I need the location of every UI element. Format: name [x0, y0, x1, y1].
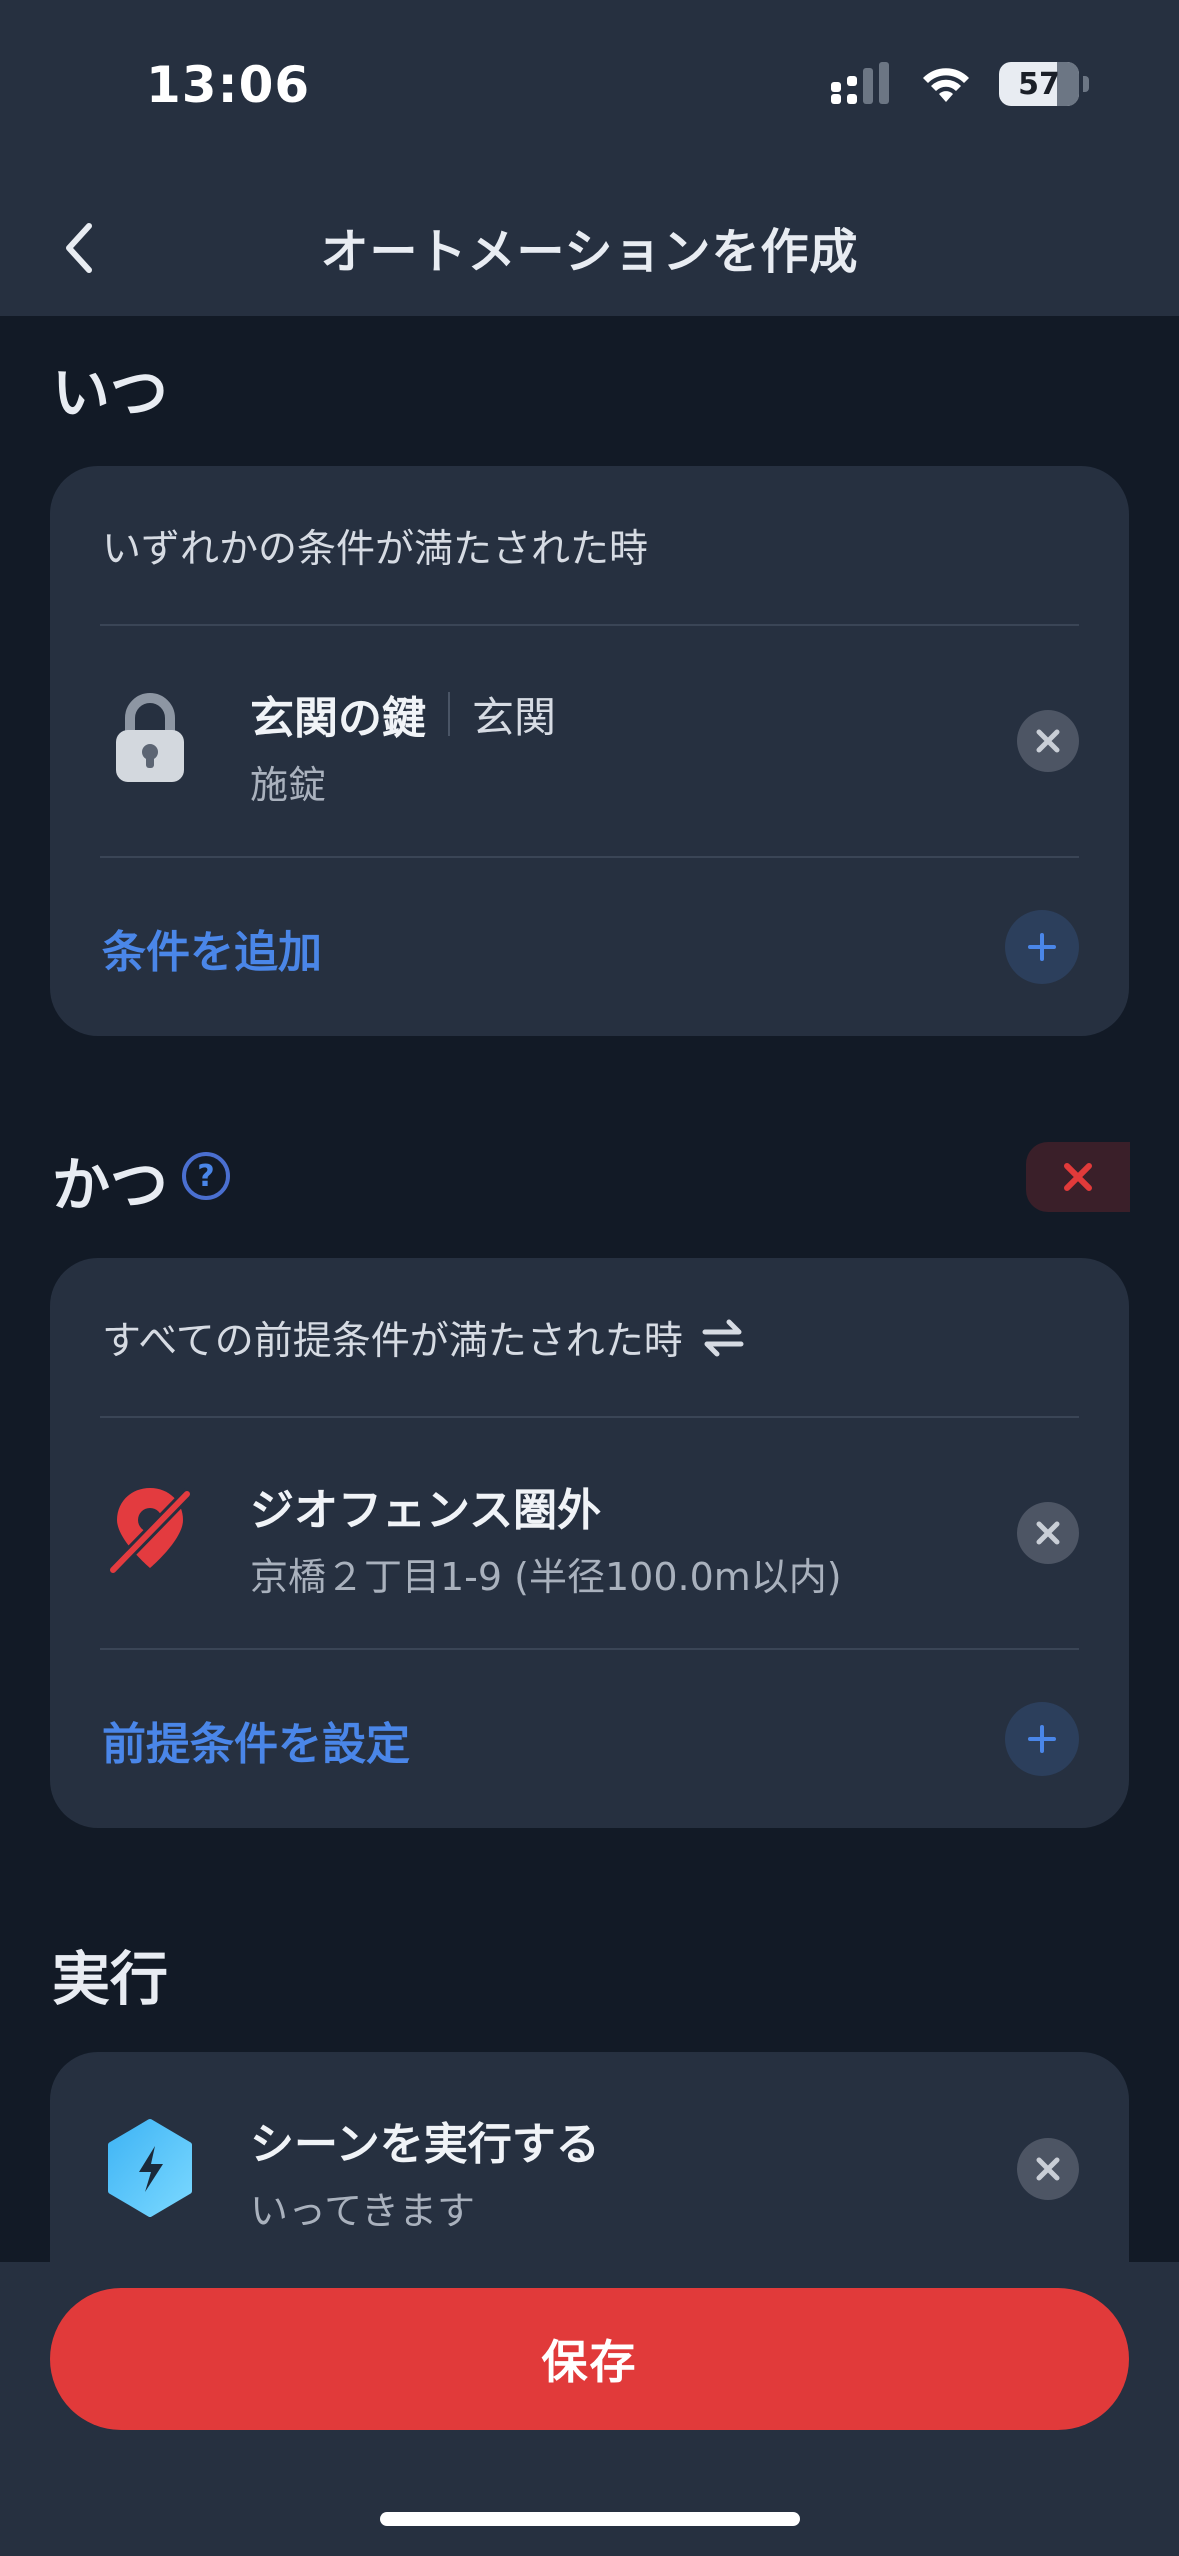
remove-action-button[interactable] — [1017, 2138, 1079, 2200]
and-card: すべての前提条件が満たされた時 ジオフェンス圏外 京橋２丁目1-9 (半径100… — [50, 1258, 1129, 1828]
home-indicator — [380, 2512, 800, 2526]
when-item-title: 玄関の鍵 玄関 — [250, 682, 556, 746]
geofence-detail: 京橋２丁目1-9 (半径100.0m以内) — [250, 1555, 842, 1599]
section-title-and: かつ — [52, 1151, 169, 1219]
device-name: 玄関の鍵 — [250, 693, 426, 744]
geofence-title: ジオフェンス圏外 — [250, 1485, 602, 1536]
delete-section-button[interactable] — [1026, 1142, 1130, 1212]
add-precondition-button[interactable] — [1005, 1702, 1079, 1776]
status-time: 13:06 — [146, 56, 311, 114]
geofence-off-icon — [102, 1482, 198, 1578]
battery-icon: 57 — [999, 62, 1089, 106]
save-button[interactable]: 保存 — [50, 2288, 1129, 2430]
device-room: 玄関 — [472, 692, 557, 742]
cellular-signal-icon — [831, 62, 889, 104]
close-icon — [1064, 1163, 1092, 1191]
page-title: オートメーションを作成 — [320, 224, 859, 280]
close-icon — [1036, 729, 1060, 753]
swap-arrows-icon[interactable] — [701, 1318, 745, 1358]
help-icon[interactable]: ? — [182, 1152, 230, 1200]
when-card: いずれかの条件が満たされた時 玄関の鍵 玄関 施錠 条件を追加 — [50, 466, 1129, 1036]
scene-detail: いってきます — [250, 2189, 475, 2233]
plus-icon — [1028, 1725, 1056, 1753]
section-title-action: 実行 — [52, 1945, 169, 2013]
remove-precondition-button[interactable] — [1017, 1502, 1079, 1564]
and-card-head-text: すべての前提条件が満たされた時 — [102, 1319, 683, 1364]
close-icon — [1036, 2157, 1060, 2181]
status-icons: 57 — [829, 62, 1089, 106]
top-bar: 13:06 57 オートメーションを作成 — [0, 0, 1179, 316]
divider — [100, 624, 1079, 626]
scene-icon — [102, 2119, 198, 2217]
add-precondition-link[interactable]: 前提条件を設定 — [102, 1708, 410, 1772]
battery-level: 57 — [1018, 66, 1060, 102]
wifi-icon — [923, 68, 969, 102]
divider — [100, 1648, 1079, 1650]
and-card-head: すべての前提条件が満たされた時 — [102, 1310, 745, 1366]
title-separator — [448, 692, 450, 736]
lock-icon — [102, 690, 198, 786]
add-condition-button[interactable] — [1005, 910, 1079, 984]
remove-condition-button[interactable] — [1017, 710, 1079, 772]
divider — [100, 856, 1079, 858]
scene-title: シーンを実行する — [250, 2119, 600, 2170]
divider — [100, 1416, 1079, 1418]
plus-icon — [1028, 933, 1056, 961]
close-icon — [1036, 1521, 1060, 1545]
screen: 13:06 57 オートメーションを作成 いつ いずれかの条件が満たされた時 玄… — [0, 0, 1179, 2556]
section-title-when: いつ — [52, 359, 169, 427]
device-state: 施錠 — [250, 763, 327, 807]
battery-empty-portion — [1057, 62, 1079, 106]
when-card-head: いずれかの条件が満たされた時 — [102, 527, 649, 572]
add-condition-link[interactable]: 条件を追加 — [102, 916, 322, 980]
